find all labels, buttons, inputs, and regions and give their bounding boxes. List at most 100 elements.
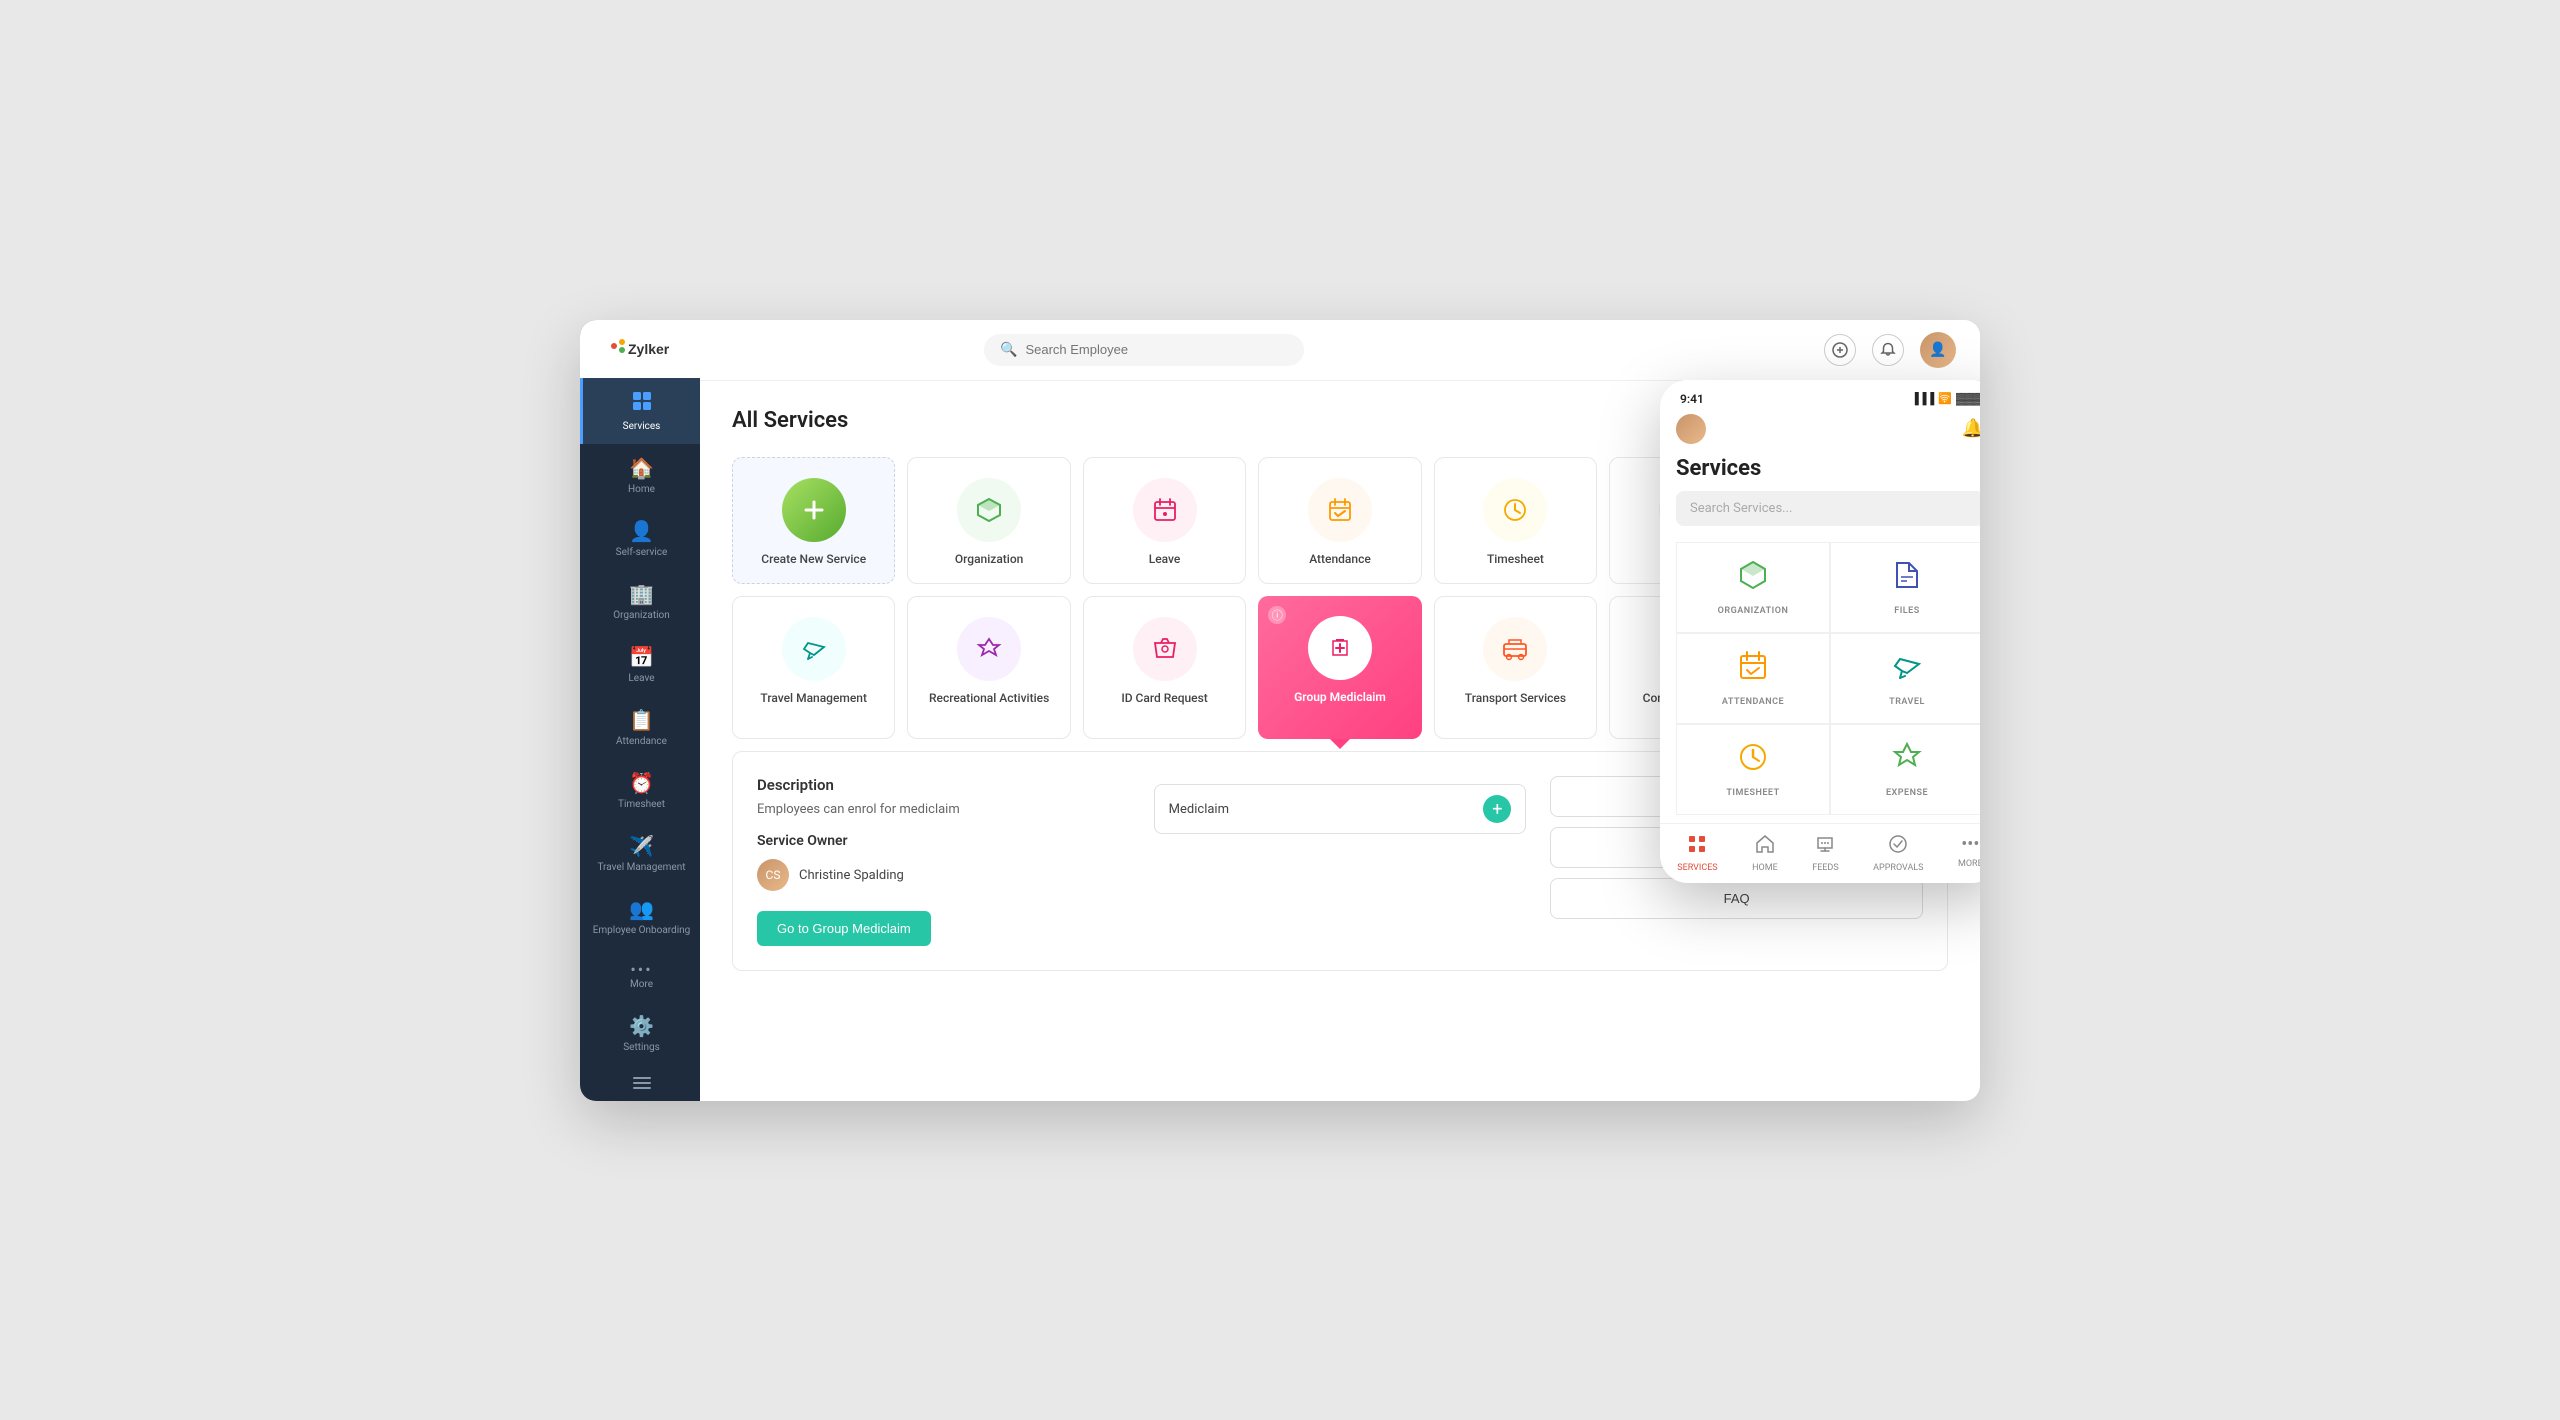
leave-service-label: Leave [1149,552,1181,568]
mobile-service-attendance[interactable]: ATTENDANCE [1676,633,1830,724]
mobile-search[interactable]: Search Services... [1676,491,1980,526]
goto-btn[interactable]: Go to Group Mediclaim [757,911,931,946]
leave-icon-wrapper [1133,478,1197,542]
faq-btn[interactable]: FAQ [1550,878,1923,919]
sidebar-onboarding-label: Employee Onboarding [593,925,691,936]
sidebar-item-attendance[interactable]: 📋 Attendance [580,696,700,759]
travel-service-card[interactable]: Travel Management [732,596,895,739]
owner-info: CS Christine Spalding [757,859,1130,891]
mobile-header: 🔔 [1660,406,1980,456]
sidebar-item-organization[interactable]: 🏢 Organization [580,570,700,633]
sidebar-item-timesheet[interactable]: ⏰ Timesheet [580,759,700,822]
battery-icon: ▓▓▓ [1956,392,1980,405]
search-box[interactable]: 🔍 [984,334,1304,366]
organization-service-label: Organization [955,552,1023,568]
sidebar-item-settings[interactable]: ⚙️ Settings [580,1002,700,1065]
timesheet-icon-wrapper [1483,478,1547,542]
id-card-icon-wrapper [1133,617,1197,681]
mobile-org-icon [1737,559,1769,598]
settings-icon: ⚙️ [629,1014,654,1038]
search-input[interactable] [1025,342,1288,357]
mobile-signal: ▐▐▐ 🛜 ▓▓▓ [1911,392,1980,405]
organization-icon [957,478,1021,542]
sidebar-item-hamburger[interactable] [580,1065,700,1101]
create-icon [782,478,846,542]
mobile-expense-label: EXPENSE [1886,788,1928,798]
travel-icon-wrapper [782,617,846,681]
mobile-service-timesheet[interactable]: TIMESHEET [1676,724,1830,815]
mobile-avatar[interactable] [1676,414,1706,444]
mediclaim-tag-label: Mediclaim [1169,802,1229,817]
onboarding-icon: 👥 [629,897,654,921]
organization-service-card[interactable]: Organization [907,457,1070,585]
description-title: Description [757,776,1130,794]
mobile-bell-icon[interactable]: 🔔 [1962,418,1980,439]
user-avatar[interactable]: 👤 [1920,332,1956,368]
attendance-service-label: Attendance [1309,552,1371,568]
attendance-service-card[interactable]: Attendance [1258,457,1421,585]
mobile-bottom-services[interactable]: SERVICES [1677,834,1717,873]
sidebar-item-self-service[interactable]: 👤 Self-service [580,507,700,570]
services-icon [631,390,653,417]
mobile-service-travel[interactable]: TRAVEL [1830,633,1980,724]
sidebar-item-travel[interactable]: ✈️ Travel Management [580,822,700,885]
add-icon-btn[interactable] [1824,334,1856,366]
mobile-bottom-more-icon: ••• [1961,834,1979,855]
mobile-travel-icon [1891,650,1923,689]
sidebar-item-leave[interactable]: 📅 Leave [580,633,700,696]
leave-service-card[interactable]: Leave [1083,457,1246,585]
mobile-grid: ORGANIZATION FILES [1676,542,1980,815]
avatar-img: 👤 [1920,332,1956,368]
sidebar-item-more[interactable]: ••• More [580,948,700,1002]
more-dots-icon: ••• [630,960,652,979]
add-mediclaim-btn[interactable]: + [1483,795,1511,823]
sidebar-travel-label: Travel Management [597,862,685,873]
mobile-attendance-icon [1737,650,1769,689]
mobile-files-label: FILES [1894,606,1919,616]
mobile-service-expense[interactable]: EXPENSE [1830,724,1980,815]
id-card-service-card[interactable]: ID Card Request [1083,596,1246,739]
mobile-bottom-more[interactable]: ••• MORE [1958,834,1980,873]
sidebar-item-services[interactable]: Services [580,378,700,444]
sidebar-bottom: ••• More ⚙️ Settings [580,948,700,1101]
recreational-service-card[interactable]: Recreational Activities [907,596,1070,739]
hamburger-icon [633,1077,651,1089]
mobile-bottom-approvals[interactable]: APPROVALS [1873,834,1923,873]
sidebar: Zylker Services 🏠 Home 👤 Self-service [580,320,700,1101]
topbar: 🔍 👤 [700,320,1980,381]
mobile-search-placeholder: Search Services... [1690,501,1792,516]
detail-left-section: Description Employees can enrol for medi… [757,776,1130,946]
mobile-service-files[interactable]: FILES [1830,542,1980,633]
mobile-bottom-feeds-icon [1815,834,1835,859]
mobile-travel-label: TRAVEL [1889,697,1925,707]
notification-icon-btn[interactable] [1872,334,1904,366]
mobile-bottom-home[interactable]: HOME [1752,834,1778,873]
mobile-bottom-services-label: SERVICES [1677,863,1717,873]
transport-service-card[interactable]: Transport Services [1434,596,1597,739]
mediclaim-tag[interactable]: Mediclaim + [1154,784,1527,834]
wifi-icon: 🛜 [1938,392,1952,405]
create-new-service-card[interactable]: Create New Service [732,457,895,585]
travel-icon: ✈️ [629,834,654,858]
attendance-icon-wrapper [1308,478,1372,542]
page-title: All Services [732,408,848,433]
mobile-bottom-feeds[interactable]: FEEDS [1812,834,1838,873]
attendance-icon: 📋 [629,708,654,732]
id-card-service-label: ID Card Request [1121,691,1207,707]
group-mediclaim-service-card[interactable]: ⓘ Group Mediclaim [1258,596,1421,739]
transport-icon-wrapper [1483,617,1547,681]
topbar-actions: 👤 [1824,332,1956,368]
sidebar-timesheet-label: Timesheet [618,799,665,810]
sidebar-item-employee-onboarding[interactable]: 👥 Employee Onboarding [580,885,700,948]
sidebar-more-label: More [630,979,653,990]
mobile-bottom-services-icon [1687,834,1707,859]
mobile-bottom-home-icon [1755,834,1775,859]
sidebar-self-service-label: Self-service [616,547,668,558]
recreational-service-label: Recreational Activities [929,691,1049,707]
mobile-service-organization[interactable]: ORGANIZATION [1676,542,1830,633]
timesheet-service-label: Timesheet [1487,552,1544,568]
sidebar-leave-label: Leave [628,673,654,684]
signal-icon: ▐▐▐ [1911,392,1934,405]
sidebar-item-home[interactable]: 🏠 Home [580,444,700,507]
timesheet-service-card[interactable]: Timesheet [1434,457,1597,585]
